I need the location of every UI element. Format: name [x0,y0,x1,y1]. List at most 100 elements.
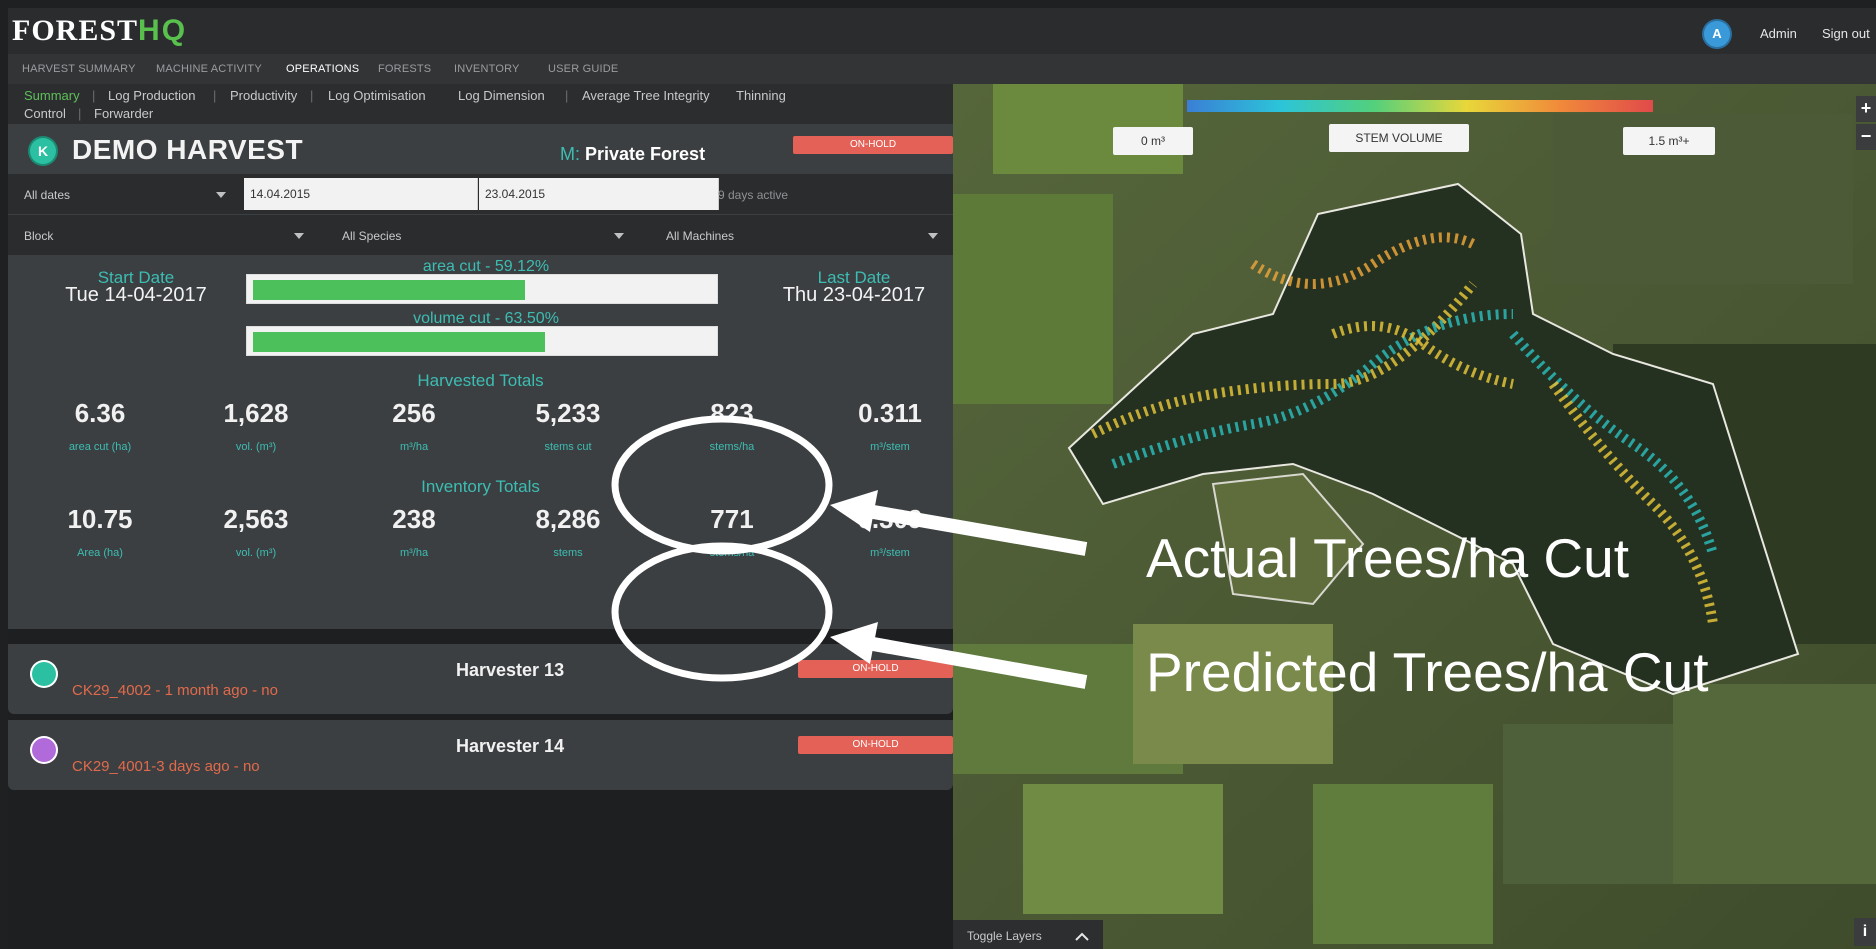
subtab-thinning[interactable]: Thinning [736,88,786,103]
subtab-summary[interactable]: Summary [24,88,80,103]
date-filter-row: All dates 14.04.2015 23.04.2015 9 days a… [8,174,953,214]
harvested-stat: 6.36 area cut (ha) [30,398,170,453]
start-date-input[interactable]: 14.04.2015 [244,178,478,210]
nav-operations[interactable]: OPERATIONS [286,63,359,75]
stat-label: m³/ha [399,441,429,453]
top-header: FORESTHQ A Admin Sign out [8,8,1876,54]
machine-name: Harvester 14 [456,736,565,756]
subtab-productivity[interactable]: Productivity [230,88,297,103]
machine-status-badge: ON-HOLD [798,660,953,678]
legend-min-label: 0 m³ [1113,127,1193,155]
nav-harvest-summary[interactable]: HARVEST SUMMARY [22,63,136,75]
harvest-map[interactable]: 0 m³ STEM VOLUME 1.5 m³+ + − Toggle Laye… [953,84,1876,949]
subtab-log-production[interactable]: Log Production [108,88,195,103]
machine-icon [30,736,58,764]
species-select[interactable]: All Species [334,215,634,255]
date-range-select[interactable]: All dates [8,174,238,214]
stat-label: vol. (m³) [235,547,277,559]
block-filter-row: Block All Species All Machines [8,215,953,255]
stat-value: 238 [392,504,436,534]
machines-value: All Machines [666,229,735,243]
stat-value: 10.75 [67,504,133,534]
stat-value: 823 [710,398,754,428]
stat-label: m³/ha [399,547,429,559]
nav-machine-activity[interactable]: MACHINE ACTIVITY [156,63,262,75]
app-logo[interactable]: FORESTHQ [12,14,187,48]
sub-nav: Summary | Log Production | Productivity … [8,84,953,124]
manager-name: Private Forest [585,144,706,164]
machine-icon [30,660,58,688]
subnav-separator: | [310,88,314,103]
inventory-stat: 2,563 vol. (m³) [186,504,326,559]
nav-inventory[interactable]: INVENTORY [454,63,520,75]
logo-text: FOREST [12,14,139,47]
subtab-log-optimisation[interactable]: Log Optimisation [328,88,426,103]
user-name-link[interactable]: Admin [1760,26,1797,41]
info-button[interactable]: i [1854,918,1876,946]
harvested-stat: 256 m³/ha [344,398,484,453]
subtab-average-tree-integrity[interactable]: Average Tree Integrity [582,88,710,103]
manager-prefix: M: [560,144,580,164]
subnav-separator: | [213,88,217,103]
inventory-stat: 238 m³/ha [344,504,484,559]
harvested-stat: 5,233 stems cut [498,398,638,453]
stat-label: stems/ha [709,441,755,453]
volume-cut-progress-fill [253,332,546,352]
area-cut-progress-bar [246,274,718,304]
toggle-layers-button[interactable]: Toggle Layers [953,920,1103,949]
subtab-forwarder[interactable]: Forwarder [94,106,153,121]
machine-card-harvester-13[interactable]: Harvester 13 CK29_4002 - 1 month ago - n… [8,644,953,714]
nav-user-guide[interactable]: USER GUIDE [548,63,618,75]
annotation-actual-text: Actual Trees/ha Cut [1146,527,1630,589]
end-date-input[interactable]: 23.04.2015 [479,178,719,210]
machines-select[interactable]: All Machines [658,215,953,255]
subnav-separator: | [78,106,82,121]
zoom-out-button[interactable]: − [1856,124,1876,150]
stat-label: vol. (m³) [235,441,277,453]
stat-label: stems/ha [709,547,755,559]
species-value: All Species [342,229,402,243]
stat-value: 0.309 [857,504,923,534]
subtab-log-dimension[interactable]: Log Dimension [458,88,545,103]
subtab-control[interactable]: Control [24,106,66,121]
legend-title: STEM VOLUME [1329,124,1469,152]
stat-label: m³/stem [870,547,910,559]
site-status-badge: ON-HOLD [793,136,953,154]
subnav-separator: | [92,88,96,103]
inventory-stat: 8,286 stems [498,504,638,559]
start-date-value-text: Tue 14-04-2017 [65,284,207,306]
block-select[interactable]: Block [8,215,308,255]
site-manager: M: Private Forest [560,144,705,165]
user-avatar[interactable]: A [1704,21,1730,47]
legend-max-label: 1.5 m³+ [1623,127,1715,155]
last-date-value-text: Thu 23-04-2017 [782,284,926,306]
operations-panel: Summary | Log Production | Productivity … [8,84,953,949]
date-range-value: All dates [24,188,71,202]
inventory-stat: 0.309 m³/stem [820,504,960,559]
stat-label: m³/stem [870,441,910,453]
signout-link[interactable]: Sign out [1822,26,1870,41]
chevron-down-icon [294,233,304,239]
app-window: FORESTHQ A Admin Sign out HARVEST SUMMAR… [8,8,1876,949]
area-cut-progress-fill [253,280,525,300]
inventory-totals-title: Inventory Totals [421,477,540,496]
machine-card-harvester-14[interactable]: Harvester 14 CK29_4001-3 days ago - no O… [8,720,953,790]
stat-label: stems [553,547,583,559]
site-icon: K [30,138,56,164]
end-date-value: 23.04.2015 [485,187,546,201]
stat-value: 0.311 [858,398,922,428]
chevron-down-icon [216,192,226,198]
stat-label: stems cut [544,441,592,453]
machine-status-badge: ON-HOLD [798,736,953,754]
aerial-map-image [953,84,1876,949]
harvested-stat: 0.311 m³/stem [820,398,960,453]
nav-forests[interactable]: FORESTS [378,63,431,75]
stat-value: 8,286 [535,504,601,534]
stat-value: 256 [392,398,436,428]
zoom-in-button[interactable]: + [1856,96,1876,122]
machine-subtitle: CK29_4001-3 days ago - no [72,758,260,775]
toggle-layers-label: Toggle Layers [967,929,1042,943]
start-date-value: 14.04.2015 [250,187,311,201]
inventory-stat: 10.75 Area (ha) [30,504,170,559]
subnav-separator: | [565,88,569,103]
